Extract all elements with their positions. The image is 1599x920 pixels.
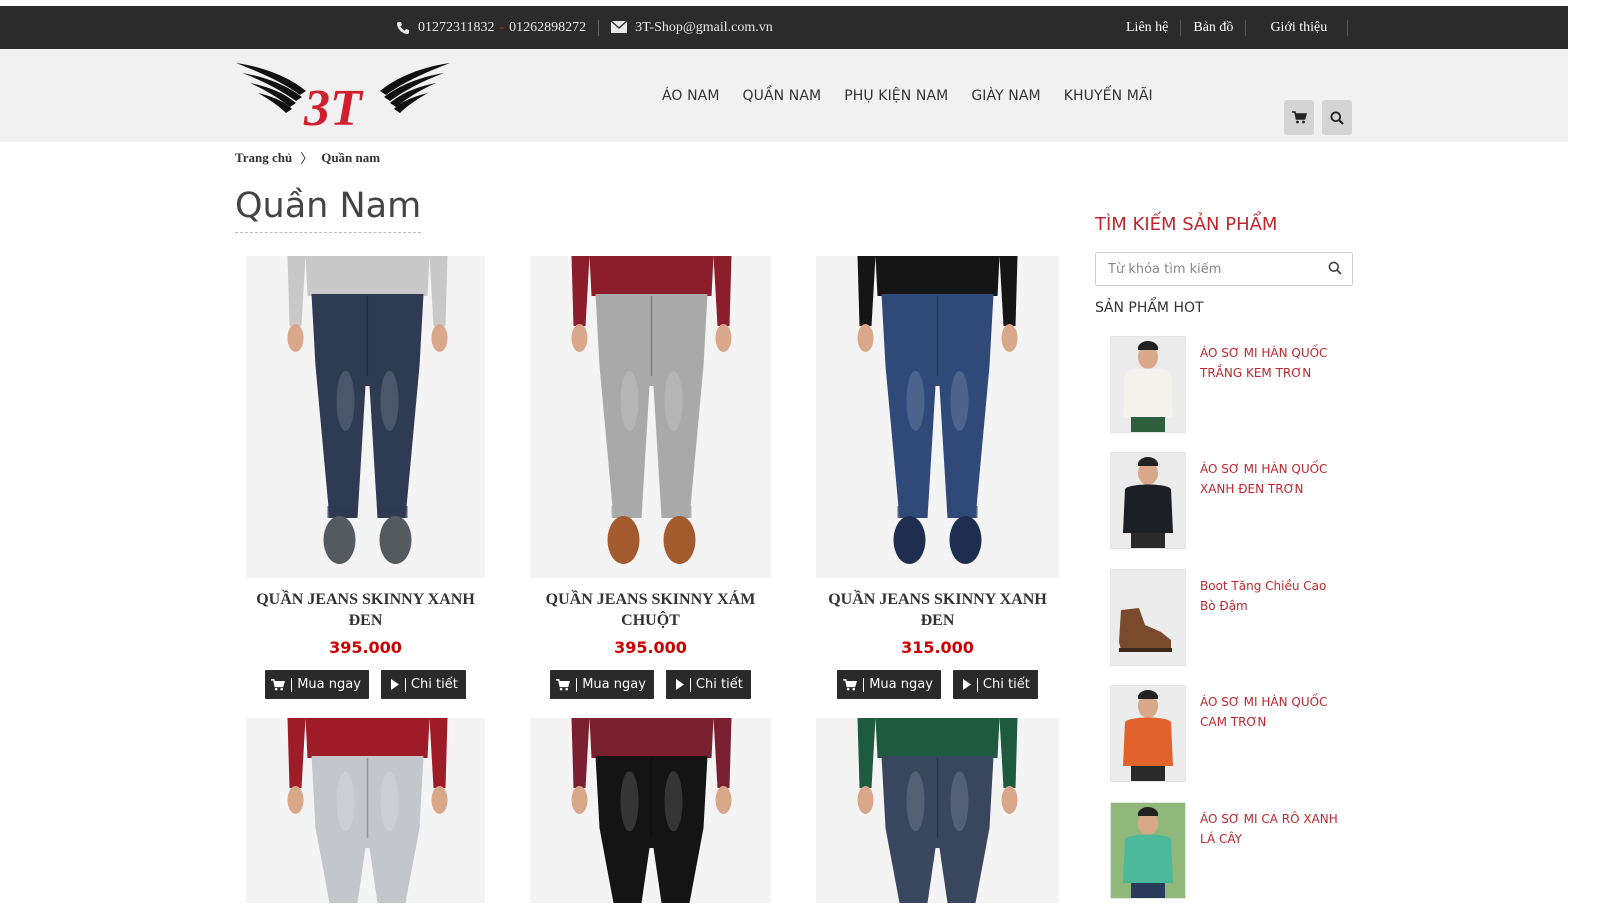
breadcrumb-home[interactable]: Trang chủ (235, 150, 292, 166)
hot-product-thumbnail[interactable] (1110, 569, 1186, 666)
divider (404, 677, 406, 692)
divider (598, 19, 600, 36)
hot-product-name[interactable]: ÁO SƠ MI HÀN QUỐC XANH ĐEN TRƠN (1200, 459, 1340, 499)
product-price: 395.000 (614, 638, 687, 657)
header-search-button[interactable] (1322, 100, 1352, 135)
hot-product-thumbnail[interactable] (1110, 336, 1186, 433)
hot-product-item[interactable]: ÁO SƠ MI HÀN QUỐC TRẮNG KEM TRƠN (1110, 336, 1350, 434)
search-icon[interactable] (1328, 261, 1342, 280)
hot-product-name[interactable]: ÁO SƠ MI HÀN QUỐC TRẮNG KEM TRƠN (1200, 343, 1340, 383)
page-title: Quần Nam (235, 186, 422, 233)
detail-button[interactable]: Chi tiết (952, 670, 1038, 699)
link-about[interactable]: Giới thiệu (1246, 19, 1349, 36)
detail-label: Chi tiết (410, 677, 458, 692)
play-icon (390, 679, 399, 690)
hot-product-thumbnail[interactable] (1110, 685, 1186, 782)
play-icon (962, 679, 971, 690)
divider (576, 677, 578, 692)
site-header: 3T ÁO NAM QUẦN NAM PHỤ KIỆN NAM GIÀY NAM… (0, 49, 1568, 142)
cart-icon (843, 678, 858, 691)
product-image[interactable] (816, 256, 1059, 578)
product-image[interactable] (530, 256, 771, 578)
email-address[interactable]: 3T-Shop@gmail.com.vn (635, 20, 773, 36)
buy-now-button[interactable]: Mua ngay (265, 670, 369, 699)
hot-product-name[interactable]: ÁO SƠ MI CA RÔ XANH LÁ CÂY (1200, 809, 1340, 849)
product-name[interactable]: QUẦN JEANS SKINNY XANH ĐEN (816, 589, 1059, 631)
hot-product-item[interactable]: ÁO SƠ MI HÀN QUỐC XANH ĐEN TRƠN (1110, 452, 1350, 550)
phone-number-2[interactable]: 01262898272 (509, 20, 586, 36)
hot-product-name[interactable]: ÁO SƠ MI HÀN QUỐC CAM TRƠN (1200, 692, 1340, 732)
hot-product-item[interactable]: ÁO SƠ MI CA RÔ XANH LÁ CÂY (1110, 802, 1350, 900)
chevron-right-icon: 〉 (300, 151, 314, 166)
nav-giay-nam[interactable]: GIÀY NAM (971, 88, 1040, 104)
buy-now-label: Mua ngay (582, 677, 646, 692)
phone-icon (396, 21, 410, 35)
buy-now-label: Mua ngay (297, 677, 361, 692)
detail-button[interactable]: Chi tiết (665, 670, 751, 699)
product-search (1095, 252, 1353, 286)
product-actions: Mua ngay Chi tiết (246, 670, 485, 699)
nav-quan-nam[interactable]: QUẦN NAM (743, 88, 822, 104)
detail-button[interactable]: Chi tiết (380, 670, 466, 699)
link-map[interactable]: Bản đồ (1181, 19, 1247, 36)
phone-number-1[interactable]: 01272311832 (418, 20, 494, 36)
top-bar: 01272311832 - 01262898272 3T-Shop@gmail.… (0, 6, 1568, 49)
product-image[interactable] (246, 256, 485, 578)
divider (689, 677, 691, 692)
product-image[interactable] (246, 718, 485, 903)
product-image[interactable] (530, 718, 771, 903)
product-price: 395.000 (329, 638, 402, 657)
top-links: Liên hệ Bản đồ Giới thiệu (1126, 6, 1349, 49)
hot-product-item[interactable]: ÁO SƠ MI HÀN QUỐC CAM TRƠN (1110, 685, 1350, 783)
divider (291, 677, 293, 692)
play-icon (675, 679, 684, 690)
hot-products-title: SẢN PHẨM HOT (1095, 300, 1204, 316)
buy-now-button[interactable]: Mua ngay (550, 670, 654, 699)
product-card: QUẦN JEANS SKINNY XÁM CHUỘT 395.000 Mua ng… (530, 256, 771, 699)
buy-now-label: Mua ngay (869, 677, 933, 692)
search-input[interactable] (1096, 253, 1316, 285)
product-card (816, 718, 1059, 908)
cart-icon (271, 678, 286, 691)
hot-product-name[interactable]: Boot Tăng Chiều Cao Bò Đậm (1200, 576, 1340, 616)
cart-icon (556, 678, 571, 691)
product-card: QUẦN JEANS SKINNY XANH ĐEN 395.000 Mua nga… (246, 256, 485, 699)
search-section-title: TÌM KIẾM SẢN PHẨM (1095, 214, 1278, 235)
contact-info: 01272311832 - 01262898272 3T-Shop@gmail.… (396, 6, 773, 49)
hot-product-thumbnail[interactable] (1110, 452, 1186, 549)
product-name[interactable]: QUẦN JEANS SKINNY XANH ĐEN (246, 589, 485, 631)
link-contact[interactable]: Liên hệ (1126, 19, 1182, 36)
envelope-icon (610, 19, 628, 35)
phone-separator: - (499, 19, 505, 35)
site-logo[interactable]: 3T (234, 59, 452, 137)
svg-text:3T: 3T (303, 80, 364, 135)
nav-phu-kien-nam[interactable]: PHỤ KIỆN NAM (844, 88, 948, 104)
nav-ao-nam[interactable]: ÁO NAM (662, 88, 720, 104)
product-card: QUẦN JEANS SKINNY XANH ĐEN 315.000 Mua nga… (816, 256, 1059, 699)
sidebar: TÌM KIẾM SẢN PHẨM SẢN PHẨM HOT ÁO SƠ MI … (1095, 214, 1353, 899)
breadcrumb-current: Quần nam (321, 149, 381, 165)
hot-product-item[interactable]: Boot Tăng Chiều Cao Bò Đậm (1110, 569, 1350, 667)
product-actions: Mua ngay Chi tiết (530, 670, 771, 699)
detail-label: Chi tiết (982, 677, 1030, 692)
nav-khuyen-mai[interactable]: KHUYẾN MÃI (1064, 88, 1153, 104)
product-name[interactable]: QUẦN JEANS SKINNY XÁM CHUỘT (530, 589, 771, 631)
detail-label: Chi tiết (695, 677, 743, 692)
product-card (246, 718, 485, 908)
hot-product-thumbnail[interactable] (1110, 802, 1186, 899)
breadcrumb: Trang chủ 〉 Quần nam (235, 148, 380, 167)
divider (976, 677, 978, 692)
divider (863, 677, 865, 692)
product-card (530, 718, 771, 908)
cart-icon (1291, 111, 1307, 124)
buy-now-button[interactable]: Mua ngay (837, 670, 941, 699)
product-price: 315.000 (901, 638, 974, 657)
product-actions: Mua ngay Chi tiết (816, 670, 1059, 699)
product-image[interactable] (816, 718, 1059, 903)
cart-button[interactable] (1284, 100, 1314, 135)
main-nav: ÁO NAM QUẦN NAM PHỤ KIỆN NAM GIÀY NAM KH… (662, 49, 1176, 142)
search-icon (1330, 111, 1344, 125)
